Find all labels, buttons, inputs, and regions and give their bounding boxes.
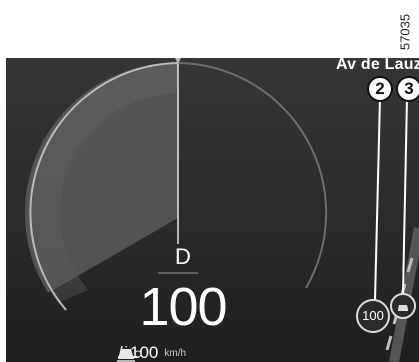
callout-2-leader <box>374 97 381 301</box>
speed-limit-sign: 100 <box>356 299 390 333</box>
vehicle-ahead-icon <box>390 293 416 319</box>
gear-indicator: D <box>175 244 191 269</box>
speed-limit-unit: km/h <box>164 347 187 359</box>
figure-reference: 57035 <box>397 13 413 51</box>
callout-3: 3 <box>396 76 419 102</box>
speed-readout: 100 <box>139 277 227 337</box>
instrument-cluster: Av de Lauzun 2 3 100 D 100 100 km/h <box>6 58 419 362</box>
lane-dash <box>385 335 393 351</box>
speedometer-fill-inner <box>24 62 179 293</box>
callout-3-leader <box>402 97 408 295</box>
callout-2: 2 <box>367 76 393 102</box>
street-name: Av de Lauzun <box>336 58 419 73</box>
cruise-limit-row: 100 km/h <box>116 343 187 362</box>
speedometer-track <box>177 62 328 289</box>
